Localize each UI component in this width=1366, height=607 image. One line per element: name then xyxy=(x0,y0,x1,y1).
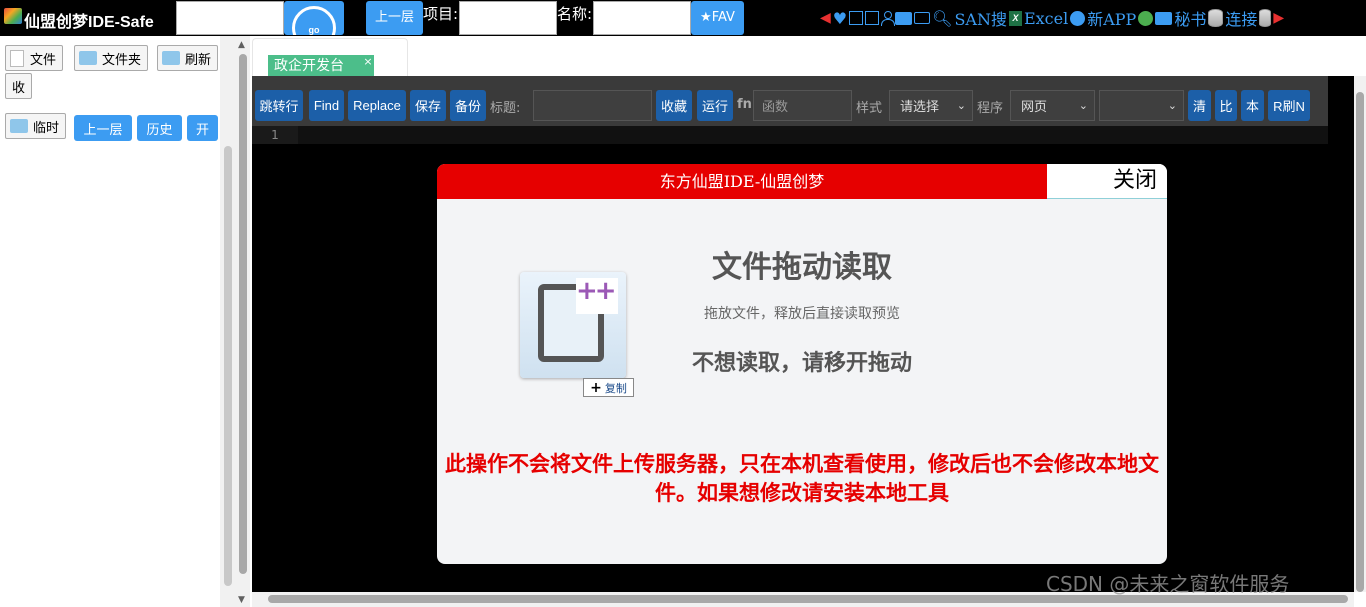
temp-label: 临时 xyxy=(33,120,60,136)
new-folder-button[interactable]: 文件夹 xyxy=(74,45,149,71)
go-button[interactable]: go xyxy=(284,1,344,35)
extra-select[interactable]: ⌄ xyxy=(1099,90,1184,121)
file-icon xyxy=(10,49,24,67)
briefcase-icon[interactable] xyxy=(914,12,931,24)
tab-close-icon[interactable]: × xyxy=(362,55,374,71)
scroll-down-icon[interactable]: ▼ xyxy=(238,595,245,605)
modal-header: 东方仙盟IDE-仙盟创梦 xyxy=(437,164,1047,199)
new-file-label: 文件 xyxy=(30,52,57,68)
copy-badge: + 复制 xyxy=(583,378,634,397)
copy-label: 复制 xyxy=(604,381,627,395)
excel-icon[interactable]: X xyxy=(1008,10,1022,26)
code-line[interactable] xyxy=(298,126,1328,144)
go-label: go xyxy=(308,25,320,35)
user-icon[interactable] xyxy=(881,11,896,26)
folder-icon xyxy=(162,51,180,65)
plus-icon: + xyxy=(590,379,602,396)
chevron-down-icon: ⌄ xyxy=(1078,99,1088,112)
style-label: 样式 xyxy=(856,101,883,116)
project-label: 项目: xyxy=(423,5,459,23)
modal-close-button[interactable]: 关闭 xyxy=(1047,164,1167,199)
scroll-up-icon[interactable]: ▲ xyxy=(238,40,245,50)
history-button[interactable]: 历史 xyxy=(137,115,182,141)
tab-bar xyxy=(250,36,1366,76)
heart-icon[interactable]: ♥ xyxy=(833,9,847,28)
style-select-value: 请选择 xyxy=(900,100,940,115)
folder-icon xyxy=(10,119,28,133)
name-label: 名称: xyxy=(557,5,593,23)
db-export-icon[interactable] xyxy=(1259,9,1272,27)
temp-button[interactable]: 临时 xyxy=(5,113,67,139)
new-folder-label: 文件夹 xyxy=(102,52,142,68)
goto-line-button[interactable]: 跳转行 xyxy=(255,90,303,121)
globe-icon[interactable] xyxy=(1070,10,1086,26)
find-button[interactable]: Find xyxy=(309,90,344,121)
folder-icon xyxy=(79,51,97,65)
sidebar-scrollbar[interactable]: ▲ ▼ xyxy=(236,36,250,607)
title-input[interactable] xyxy=(533,90,652,121)
save-button[interactable]: 保存 xyxy=(410,90,446,121)
refresh-label: 刷新 xyxy=(185,52,212,68)
name-input[interactable] xyxy=(593,1,691,35)
compare-button[interactable]: 比 xyxy=(1215,90,1237,121)
search-icon[interactable]: 🔍︎ xyxy=(932,9,952,28)
tab-editor[interactable]: 政企开发台 xyxy=(268,55,374,76)
program-select[interactable]: 网页 ⌄ xyxy=(1010,90,1095,121)
excel-link[interactable]: Excel xyxy=(1024,9,1068,28)
sidebar-inner-scrollbar[interactable] xyxy=(220,36,236,607)
top-icon-bar: ◀ ♥ 🔍︎ SAN搜 X Excel 新APP 秘书 连接 ▶ xyxy=(820,4,1286,32)
line-number: 1 xyxy=(252,126,298,144)
new-app-link[interactable]: 新APP xyxy=(1087,6,1136,30)
database-icon[interactable] xyxy=(1208,9,1224,27)
scroll-thumb[interactable] xyxy=(239,54,247,574)
collect-button[interactable]: 收藏 xyxy=(656,90,692,121)
connect-link[interactable]: 连接 xyxy=(1225,6,1257,30)
replace-button[interactable]: Replace xyxy=(348,90,406,121)
new-file-button[interactable]: 文件 xyxy=(5,45,64,71)
secretary-link[interactable]: 秘书 xyxy=(1174,6,1206,30)
printer-icon[interactable] xyxy=(1155,11,1173,25)
window-icon[interactable] xyxy=(849,11,864,25)
program-label: 程序 xyxy=(977,101,1004,116)
app-logo-icon xyxy=(4,8,22,24)
watermark: CSDN @未来之窗软件服务 xyxy=(1046,572,1290,596)
github-icon[interactable] xyxy=(1138,10,1154,26)
project-input[interactable] xyxy=(459,1,557,35)
chevron-down-icon: ⌄ xyxy=(1167,99,1177,112)
san-search-link[interactable]: SAN搜 xyxy=(954,6,1007,30)
top-search-input[interactable] xyxy=(176,1,284,35)
back-arrow-icon[interactable]: ◀ xyxy=(820,10,831,26)
refresh-n-button[interactable]: R刷N xyxy=(1268,90,1310,121)
modal-title: 文件拖动读取 xyxy=(712,250,892,285)
style-select[interactable]: 请选择 ⌄ xyxy=(889,90,973,121)
clear-button[interactable]: 清 xyxy=(1188,90,1211,121)
forward-arrow-icon[interactable]: ▶ xyxy=(1273,10,1284,26)
file-drop-icon: ++ xyxy=(520,272,626,378)
collapse-button[interactable]: 收 xyxy=(5,73,33,99)
editor-vertical-scrollbar[interactable] xyxy=(1354,76,1366,592)
open-button[interactable]: 开 xyxy=(187,115,218,141)
drag-read-modal: 东方仙盟IDE-仙盟创梦 关闭 ++ + 复制 文件拖动读取 拖放文件，释放后直… xyxy=(437,164,1167,564)
fav-button[interactable]: ★FAV xyxy=(691,1,744,35)
local-button[interactable]: 本 xyxy=(1241,90,1264,121)
panel-icon[interactable] xyxy=(865,11,880,25)
fn-label: fn xyxy=(737,97,752,112)
sidebar-up-button[interactable]: 上一层 xyxy=(74,115,132,141)
modal-subtitle: 拖放文件，释放后直接读取预览 xyxy=(704,306,900,322)
modal-note: 此操作不会将文件上传服务器，只在本机查看使用，修改后也不会修改本地文件。如果想修… xyxy=(445,452,1159,505)
app-title: 仙盟创梦IDE-Safe xyxy=(24,14,154,31)
title-label: 标题: xyxy=(490,101,521,116)
folder-icon[interactable] xyxy=(895,11,913,25)
program-select-value: 网页 xyxy=(1021,100,1048,115)
backup-button[interactable]: 备份 xyxy=(450,90,486,121)
run-button[interactable]: 运行 xyxy=(697,90,733,121)
modal-warning: 不想读取，请移开拖动 xyxy=(691,351,912,376)
top-up-button[interactable]: 上一层 xyxy=(366,1,423,35)
function-input[interactable]: 函数 xyxy=(753,90,852,121)
refresh-button[interactable]: 刷新 xyxy=(157,45,219,71)
function-placeholder: 函数 xyxy=(762,100,789,115)
chevron-down-icon: ⌄ xyxy=(956,99,966,112)
